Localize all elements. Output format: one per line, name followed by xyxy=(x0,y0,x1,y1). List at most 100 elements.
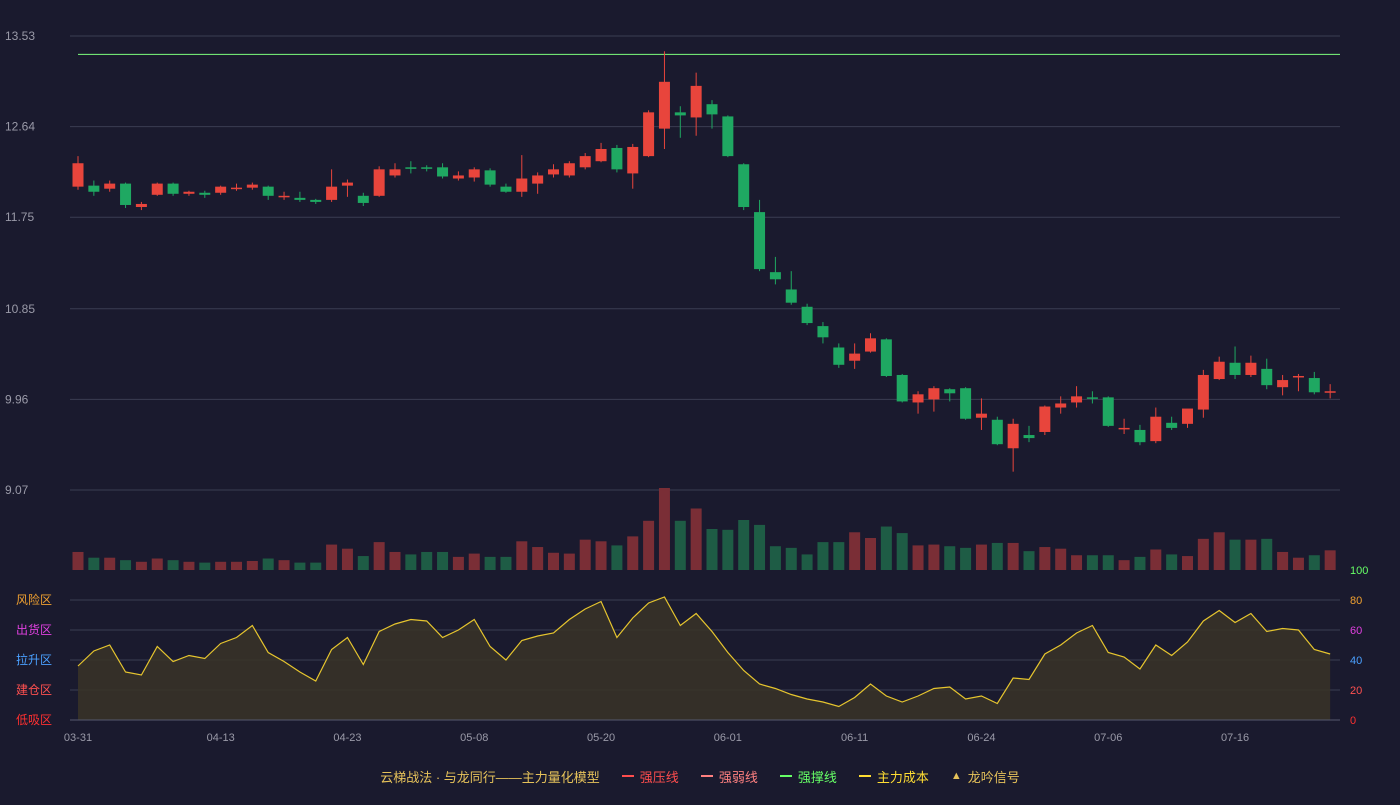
legend-item-strength-line[interactable]: 强弱线 xyxy=(700,767,758,786)
oscillator-zone-label: 拉升区 xyxy=(16,652,52,667)
volume-bar xyxy=(833,542,845,570)
candlestick-chart: 13.53 12.64 11.75 10.85 9.96 9.07 100 80 60 40 20 0… xyxy=(0,0,1400,800)
volume-bar xyxy=(215,561,227,570)
legend-item-strong-pressure[interactable]: 强压线 xyxy=(621,767,679,786)
x-tick-label: 07-16 xyxy=(1221,732,1249,744)
candle-body xyxy=(405,167,417,169)
candle-body xyxy=(817,326,829,338)
candle-body xyxy=(135,203,147,208)
legend-label: 强撑线 xyxy=(797,769,837,785)
legend-item-strong-support[interactable]: 强撑线 xyxy=(779,767,837,786)
volume-bar xyxy=(706,529,718,570)
x-tick-label: 06-01 xyxy=(714,732,742,744)
volume-bar xyxy=(690,508,702,570)
candle-body xyxy=(706,104,718,115)
volume-bar xyxy=(928,544,940,570)
candle-body xyxy=(880,339,892,376)
candle-body xyxy=(548,169,559,175)
candle-body xyxy=(627,146,639,174)
candle-body xyxy=(1213,361,1225,380)
candle-body xyxy=(310,199,322,202)
candle-body xyxy=(944,389,956,394)
volume-bar xyxy=(595,541,607,570)
volume-bar xyxy=(611,545,623,570)
candle-body xyxy=(278,195,290,198)
candle-body xyxy=(674,112,686,116)
volume-bar xyxy=(944,546,956,570)
candle-body xyxy=(373,169,385,196)
volume-bar xyxy=(849,532,861,570)
candle-body xyxy=(1007,423,1019,449)
candle-body xyxy=(1102,397,1114,426)
volume-bar xyxy=(231,561,242,570)
volume-bar xyxy=(738,519,750,570)
volume-bar xyxy=(579,539,591,570)
volume-bar xyxy=(785,547,797,570)
oscillator-tick-label: 80 xyxy=(1350,595,1362,607)
candle-body xyxy=(326,186,338,200)
x-tick-label: 04-13 xyxy=(207,732,235,744)
volume-bar xyxy=(1324,550,1336,570)
oscillator-zone-label: 风险区 xyxy=(16,592,52,607)
volume-bar xyxy=(516,541,528,570)
candle-body xyxy=(72,163,84,187)
candle-body xyxy=(1245,362,1257,375)
candle-body xyxy=(1086,397,1098,399)
candle-body xyxy=(88,185,100,192)
volume-bar xyxy=(627,536,639,570)
volume-bar xyxy=(88,557,100,570)
candle-body xyxy=(975,413,987,418)
candle-body xyxy=(1055,403,1067,408)
candle-body xyxy=(357,195,369,203)
candle-body xyxy=(341,182,353,186)
legend-item-dragon-signal[interactable]: ▲ 龙吟信号 xyxy=(951,767,1020,786)
candle-body xyxy=(643,112,655,157)
candle-body xyxy=(960,388,972,419)
volume-bar xyxy=(405,554,417,570)
price-tick-label: 9.07 xyxy=(5,483,29,497)
legend-label: 龙吟信号 xyxy=(967,769,1020,785)
volume-bar xyxy=(294,562,306,570)
volume-bar xyxy=(1277,551,1289,570)
candle-body xyxy=(1324,391,1336,393)
candle-body xyxy=(437,167,449,177)
candle-body xyxy=(215,186,227,193)
volume-bar xyxy=(120,560,132,570)
oscillator-tick-label: 100 xyxy=(1350,565,1368,577)
volume-bar xyxy=(1007,542,1019,570)
price-tick-label: 9.96 xyxy=(5,392,29,406)
volume-bar xyxy=(151,558,163,570)
oscillator-tick-label: 20 xyxy=(1350,685,1362,697)
candle-body xyxy=(579,156,591,168)
candle-body xyxy=(563,163,575,176)
main-cost-swatch xyxy=(858,775,871,777)
oscillator-zone-label: 低吸区 xyxy=(16,713,52,727)
volume-bar xyxy=(880,526,892,570)
oscillator-tick-label: 40 xyxy=(1350,655,1362,667)
candle-body xyxy=(1292,375,1304,378)
volume-bar xyxy=(1261,538,1273,570)
volume-bar xyxy=(1118,560,1130,570)
candle-body xyxy=(1308,378,1320,393)
triangle-icon: ▲ xyxy=(950,770,962,782)
strong-pressure-swatch xyxy=(621,775,634,777)
candle-body xyxy=(658,81,670,129)
strength-line-swatch xyxy=(700,775,713,777)
volume-bar xyxy=(1055,548,1067,570)
volume-bar xyxy=(1245,539,1257,570)
candle-body xyxy=(690,85,702,118)
legend-label: 主力成本 xyxy=(876,769,929,785)
candle-body xyxy=(1277,380,1289,388)
candle-body xyxy=(389,169,401,176)
volume-bar xyxy=(72,551,84,570)
candle-body xyxy=(104,183,116,189)
legend-item-main-cost[interactable]: 主力成本 xyxy=(858,767,929,786)
candle-body xyxy=(421,167,433,169)
candle-body xyxy=(611,147,623,170)
candle-body xyxy=(452,175,464,179)
volume-bar xyxy=(754,524,766,570)
volume-bar xyxy=(199,562,211,570)
volume-bar xyxy=(167,560,179,570)
candle-body xyxy=(167,183,179,194)
candle-body xyxy=(468,169,480,178)
